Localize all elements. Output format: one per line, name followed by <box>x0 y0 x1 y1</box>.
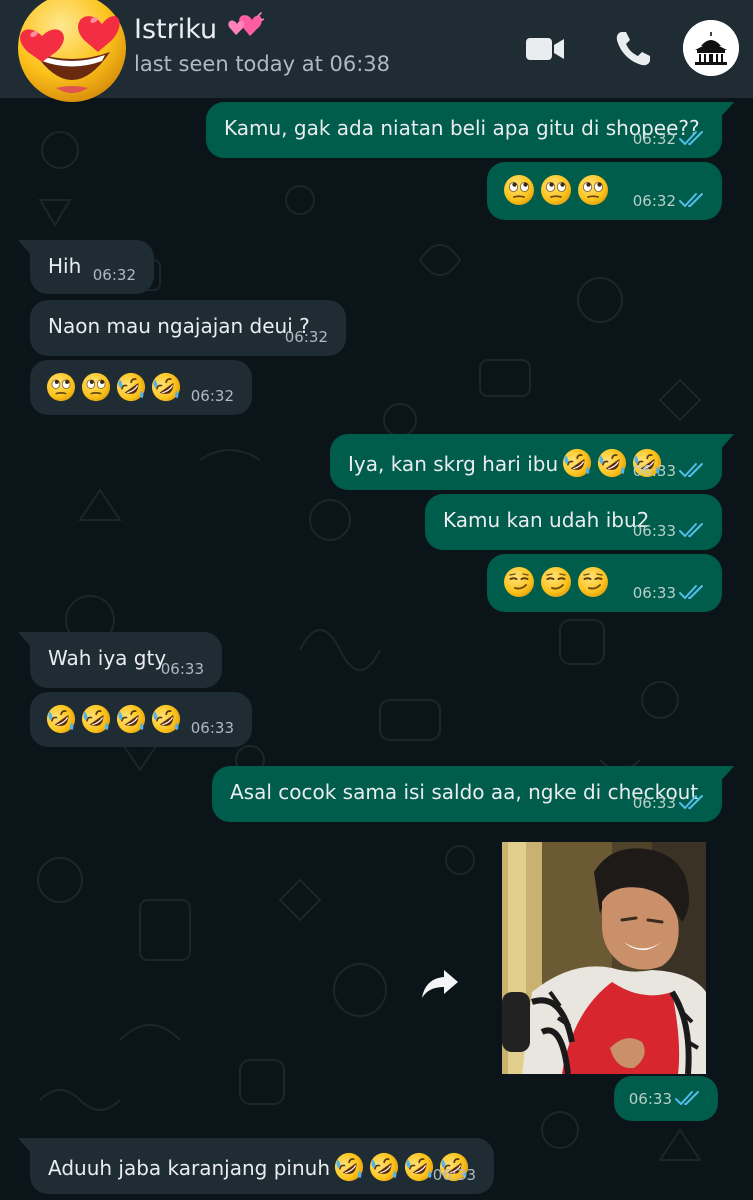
read-ticks-icon <box>678 521 708 539</box>
read-ticks-icon <box>678 461 708 479</box>
message-time: 06:33 <box>190 719 234 737</box>
rolling-on-the-floor-laughing-icon <box>404 1152 434 1182</box>
message-bubble-outgoing[interactable]: 06:33 <box>614 1076 718 1121</box>
emoji-row <box>503 174 614 211</box>
rolling-on-the-floor-laughing-icon <box>151 372 181 402</box>
message-time: 06:33 <box>632 462 676 480</box>
message-time: 06:32 <box>284 328 328 346</box>
bubble-tail <box>720 434 734 450</box>
bubble-tail <box>720 766 734 782</box>
message-time: 06:33 <box>160 660 204 678</box>
message-text: Iya, kan skrg hari ibu <box>348 448 667 483</box>
read-ticks-icon <box>678 191 708 209</box>
emoji-row <box>46 372 186 407</box>
rolling-on-the-floor-laughing-icon <box>81 704 111 734</box>
message-time: 06:32 <box>632 130 676 148</box>
bubble-tail <box>720 102 734 118</box>
smirking-face-icon <box>540 566 572 598</box>
image-message-photo[interactable] <box>502 842 706 1074</box>
message-bubble-incoming[interactable]: Naon mau ngajajan deui ? 06:32 <box>30 300 346 356</box>
message-text: Naon mau ngajajan deui ? <box>48 314 310 338</box>
message-time: 06:33 <box>632 794 676 812</box>
rolling-on-the-floor-laughing-icon <box>46 704 76 734</box>
message-text: Kamu, gak ada niatan beli apa gitu di sh… <box>224 116 700 140</box>
message-bubble-outgoing[interactable]: 06:33 <box>487 554 722 612</box>
rolling-on-the-floor-laughing-icon <box>369 1152 399 1182</box>
smirking-face-icon <box>503 566 535 598</box>
message-bubble-incoming[interactable]: 06:33 <box>30 692 252 747</box>
message-time: 06:32 <box>632 192 676 210</box>
message-bubble-outgoing[interactable]: 06:32 <box>487 162 722 220</box>
video-call-icon[interactable] <box>524 28 566 70</box>
contact-info[interactable]: Istriku last seen today at 06:38 <box>134 12 390 76</box>
bubble-tail <box>18 240 32 256</box>
message-bubble-outgoing[interactable]: Kamu, gak ada niatan beli apa gitu di sh… <box>206 102 734 158</box>
message-time: 06:33 <box>632 584 676 602</box>
message-time: 06:33 <box>628 1090 672 1108</box>
rolling-on-the-floor-laughing-icon <box>597 448 627 478</box>
face-with-rolling-eyes-icon <box>540 174 572 206</box>
emoji-row <box>46 704 186 739</box>
read-ticks-icon <box>678 793 708 811</box>
forward-icon[interactable] <box>416 958 464 1006</box>
voice-call-icon[interactable] <box>612 28 654 70</box>
message-bubble-outgoing[interactable]: Asal cocok sama isi saldo aa, ngke di ch… <box>212 766 734 822</box>
last-seen-status: last seen today at 06:38 <box>134 52 390 76</box>
message-text: Asal cocok sama isi saldo aa, ngke di ch… <box>230 780 699 804</box>
message-bubble-outgoing[interactable]: Kamu kan udah ibu2 06:33 <box>425 494 722 550</box>
bubble-tail <box>18 1138 32 1154</box>
message-bubble-incoming[interactable]: Hih 06:32 <box>18 240 154 294</box>
message-time: 06:32 <box>92 266 136 284</box>
read-ticks-icon <box>678 583 708 601</box>
chat-header: Istriku last seen today at 06:38 <box>0 0 753 102</box>
face-with-rolling-eyes-icon <box>81 372 111 402</box>
contact-name-text: Istriku <box>134 14 218 45</box>
two-hearts-icon <box>228 12 264 37</box>
message-text-content: Iya, kan skrg hari ibu <box>348 452 559 476</box>
rolling-on-the-floor-laughing-icon <box>562 448 592 478</box>
rolling-on-the-floor-laughing-icon <box>116 372 146 402</box>
message-time: 06:33 <box>432 1166 476 1184</box>
bubble-tail <box>18 632 32 648</box>
message-bubble-incoming[interactable]: Aduuh jaba karanjang pinuh 06:33 <box>18 1138 494 1194</box>
rolling-on-the-floor-laughing-icon <box>151 704 181 734</box>
smirking-face-icon <box>577 566 609 598</box>
rolling-on-the-floor-laughing-icon <box>116 704 146 734</box>
message-text-content: Aduuh jaba karanjang pinuh <box>48 1156 330 1180</box>
message-text: Hih <box>48 254 82 278</box>
message-bubble-incoming[interactable]: 06:32 <box>30 360 252 415</box>
message-time: 06:33 <box>632 522 676 540</box>
message-bubble-outgoing[interactable]: Iya, kan skrg hari ibu 06:33 <box>330 434 734 490</box>
read-ticks-icon <box>674 1089 704 1107</box>
face-with-rolling-eyes-icon <box>577 174 609 206</box>
face-with-rolling-eyes-icon <box>46 372 76 402</box>
message-time: 06:32 <box>190 387 234 405</box>
face-with-rolling-eyes-icon <box>503 174 535 206</box>
rolling-on-the-floor-laughing-icon <box>334 1152 364 1182</box>
message-text: Aduuh jaba karanjang pinuh <box>48 1152 474 1187</box>
contact-name: Istriku <box>134 12 390 48</box>
read-ticks-icon <box>678 129 708 147</box>
heart-eyes-emoji-avatar[interactable] <box>12 0 130 104</box>
message-text: Wah iya gty <box>48 646 167 670</box>
emoji-row <box>503 566 614 603</box>
message-text: Kamu kan udah ibu2 <box>443 508 650 532</box>
message-bubble-incoming[interactable]: Wah iya gty 06:33 <box>18 632 222 688</box>
mosque-profile-icon[interactable] <box>683 20 739 76</box>
